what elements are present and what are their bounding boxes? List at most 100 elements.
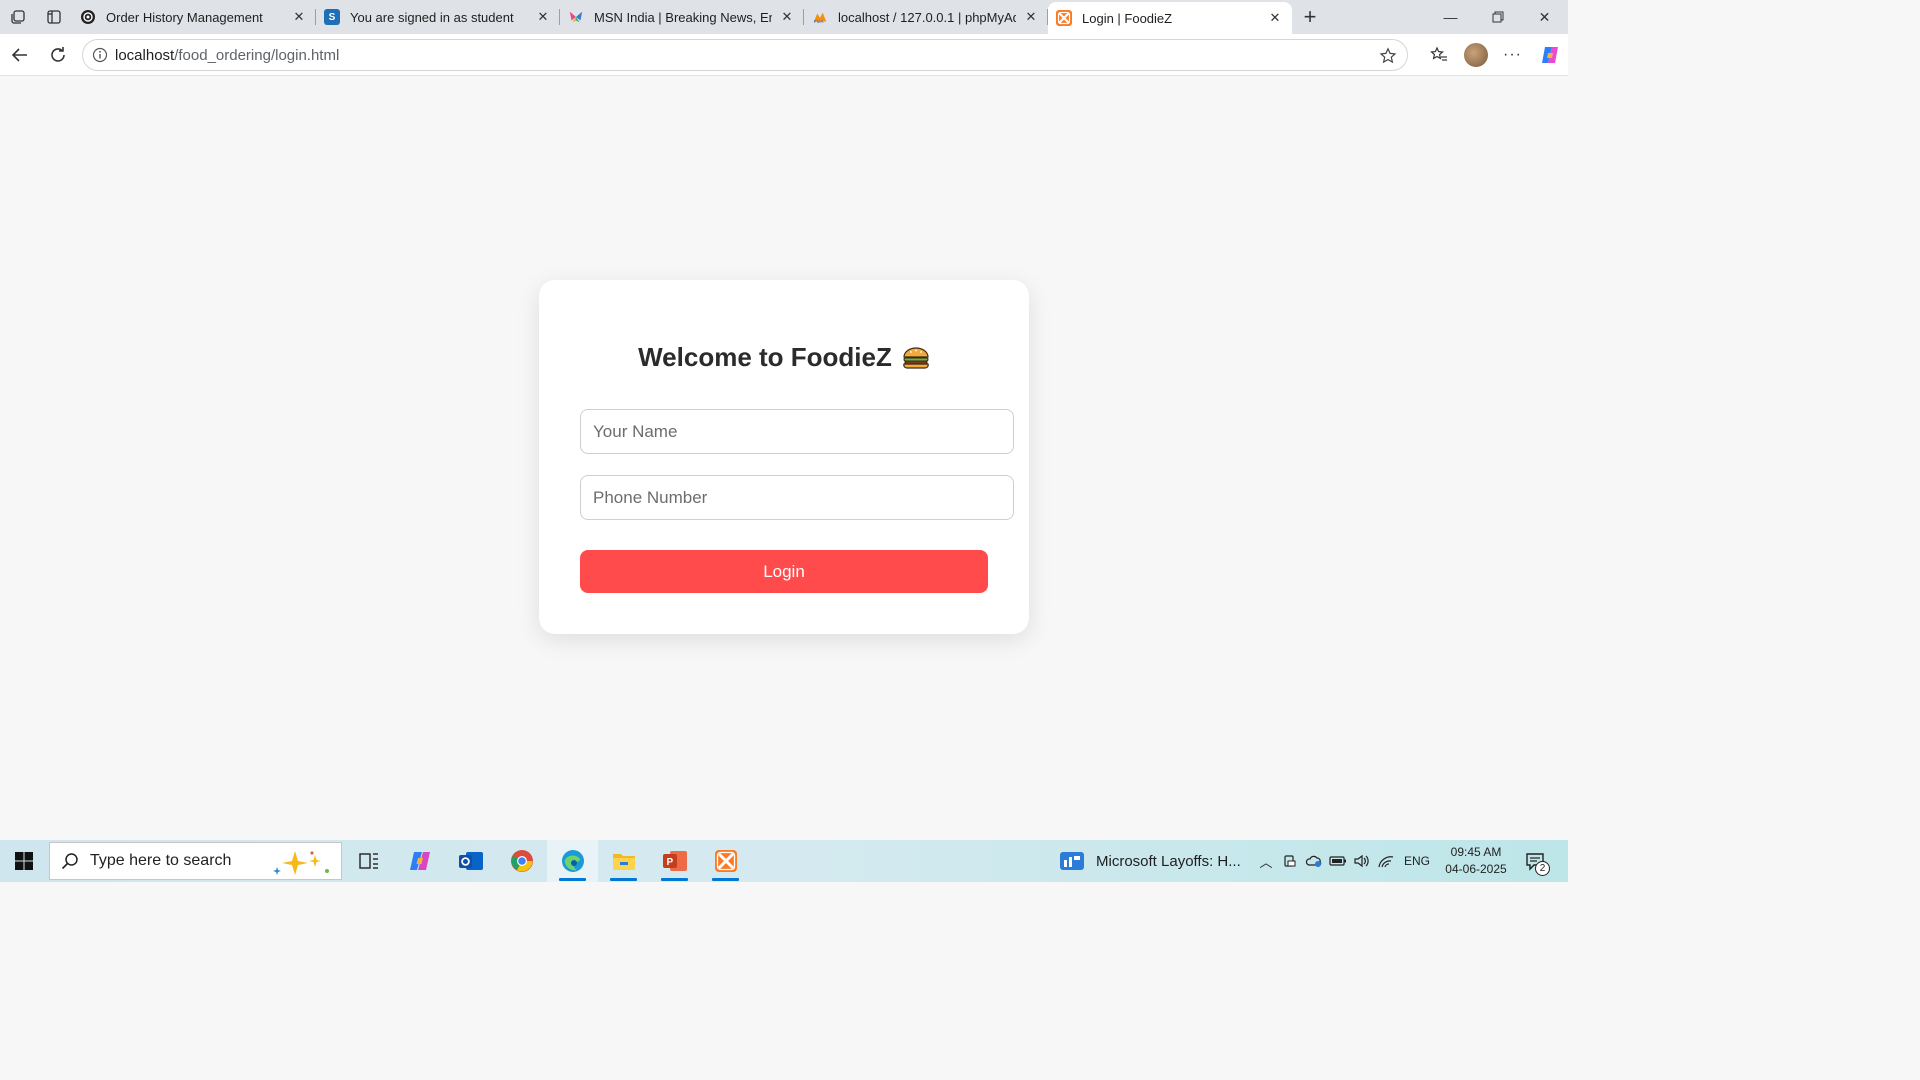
- tab-msn[interactable]: MSN India | Breaking News, Enter ✕: [560, 0, 804, 34]
- name-input[interactable]: [580, 409, 1014, 454]
- onedrive-icon[interactable]: [1302, 840, 1326, 882]
- msn-butterfly-icon: [568, 9, 584, 25]
- task-view-button[interactable]: [343, 840, 394, 882]
- settings-more-button[interactable]: ···: [1494, 37, 1531, 73]
- plus-icon: +: [1303, 4, 1317, 29]
- restore-button[interactable]: [1474, 0, 1521, 34]
- chrome-button[interactable]: [496, 840, 547, 882]
- news-widget-icon: [1060, 852, 1084, 870]
- profile-button[interactable]: [1457, 37, 1494, 73]
- restore-icon: [1492, 11, 1503, 23]
- news-headline: Microsoft Layoffs: H...: [1096, 852, 1241, 870]
- window-controls: — ✕: [1427, 0, 1568, 34]
- login-card: Welcome to FoodieZ Login: [539, 280, 1029, 634]
- avatar: [1463, 43, 1488, 67]
- s-icon: S: [324, 9, 340, 25]
- back-arrow-icon: [11, 47, 27, 62]
- folder-icon: [612, 854, 635, 870]
- tab-order-history[interactable]: Order History Management ✕: [72, 0, 316, 34]
- search-icon: [50, 852, 90, 870]
- phone-input[interactable]: [580, 475, 1014, 520]
- vertical-tabs-button[interactable]: [36, 0, 72, 34]
- copilot-icon: [409, 852, 430, 870]
- windows-logo-icon: [15, 852, 33, 870]
- burger-icon: [902, 346, 930, 370]
- more-icon: ···: [1503, 46, 1522, 63]
- copilot-icon: [1541, 47, 1558, 63]
- url-path: /food_ordering/login.html: [174, 46, 340, 64]
- outlook-icon: [458, 852, 483, 870]
- tab-title: You are signed in as student: [350, 9, 514, 25]
- xampp-button[interactable]: [700, 840, 751, 882]
- svg-text:P: P: [666, 857, 673, 868]
- phpmyadmin-icon: PMA: [812, 9, 828, 25]
- notification-center-button[interactable]: 2: [1520, 848, 1552, 876]
- edge-icon: [561, 850, 584, 872]
- task-view-icon: [358, 853, 378, 869]
- vertical-tabs-icon: [47, 10, 61, 24]
- taskbar-search[interactable]: Type here to search: [49, 842, 342, 880]
- tab-title: localhost / 127.0.0.1 | phpMyAdm: [838, 9, 1016, 25]
- sparkle-icon: [271, 849, 333, 882]
- tab-login-foodiez[interactable]: Login | FoodieZ ✕: [1048, 2, 1292, 34]
- url-host: localhost: [115, 46, 175, 64]
- edge-button[interactable]: [547, 840, 598, 882]
- favorite-star-icon[interactable]: [1377, 45, 1399, 67]
- minimize-button[interactable]: —: [1427, 0, 1474, 34]
- powerpoint-button[interactable]: P: [649, 840, 700, 882]
- tab-title: MSN India | Breaking News, Enter: [594, 9, 772, 25]
- volume-icon[interactable]: [1350, 840, 1374, 882]
- site-info-icon[interactable]: [85, 47, 115, 63]
- minimize-icon: —: [1443, 9, 1458, 25]
- close-icon: ✕: [1538, 8, 1551, 25]
- page-title: Welcome to FoodieZ: [539, 342, 1029, 373]
- openai-icon: [80, 9, 96, 25]
- workspaces-button[interactable]: [0, 0, 36, 34]
- language-indicator[interactable]: ENG: [1404, 854, 1430, 868]
- chrome-icon: [510, 850, 533, 872]
- close-tab-icon[interactable]: ✕: [1266, 9, 1284, 27]
- battery-icon[interactable]: [1326, 840, 1350, 882]
- copilot-button[interactable]: [1531, 37, 1568, 73]
- taskbar-apps: P: [343, 840, 751, 882]
- favorites-button[interactable]: [1420, 37, 1457, 73]
- wifi-icon[interactable]: [1374, 840, 1398, 882]
- close-window-button[interactable]: ✕: [1521, 0, 1568, 34]
- close-tab-icon[interactable]: ✕: [1022, 8, 1040, 26]
- new-tab-button[interactable]: +: [1292, 0, 1328, 34]
- address-bar[interactable]: localhost/food_ordering/login.html: [82, 39, 1408, 71]
- clock[interactable]: 09:45 AM 04-06-2025: [1440, 844, 1512, 878]
- show-hidden-icons-button[interactable]: ︿: [1254, 840, 1278, 882]
- file-explorer-button[interactable]: [598, 840, 649, 882]
- tab-phpmyadmin[interactable]: PMA localhost / 127.0.0.1 | phpMyAdm ✕: [804, 0, 1048, 34]
- powerpoint-icon: P: [662, 851, 687, 871]
- news-widget[interactable]: Microsoft Layoffs: H...: [1060, 840, 1241, 882]
- start-button[interactable]: [0, 840, 48, 882]
- browser-toolbar: localhost/food_ordering/login.html ···: [0, 34, 1568, 76]
- system-tray: ︿ ENG: [1254, 840, 1438, 882]
- login-button[interactable]: Login: [580, 550, 988, 593]
- tab-title: Login | FoodieZ: [1082, 10, 1173, 26]
- welcome-heading: Welcome to FoodieZ: [638, 342, 892, 372]
- workspaces-icon: [11, 10, 25, 24]
- tab-title: Order History Management: [106, 9, 263, 25]
- outlook-button[interactable]: [445, 840, 496, 882]
- tab-signed-in[interactable]: S You are signed in as student ✕: [316, 0, 560, 34]
- search-placeholder: Type here to search: [90, 852, 232, 869]
- favorites-icon: [1429, 46, 1447, 61]
- meet-now-icon[interactable]: [1278, 840, 1302, 882]
- refresh-button[interactable]: [40, 37, 76, 73]
- windows-taskbar: Type here to search P Microsoft Layoffs:…: [0, 840, 1568, 882]
- close-tab-icon[interactable]: ✕: [534, 8, 552, 26]
- notification-count-badge: 2: [1535, 861, 1550, 876]
- copilot-taskbar-button[interactable]: [394, 840, 445, 882]
- back-button[interactable]: [2, 37, 38, 73]
- chevron-up-icon: ︿: [1259, 854, 1273, 870]
- xampp-icon: [1056, 10, 1072, 26]
- tab-strip: Order History Management ✕ S You are sig…: [0, 0, 1568, 34]
- xampp-icon: [714, 850, 737, 872]
- close-tab-icon[interactable]: ✕: [290, 8, 308, 26]
- refresh-icon: [51, 46, 65, 62]
- close-tab-icon[interactable]: ✕: [778, 8, 796, 26]
- clock-date: 04-06-2025: [1445, 862, 1507, 876]
